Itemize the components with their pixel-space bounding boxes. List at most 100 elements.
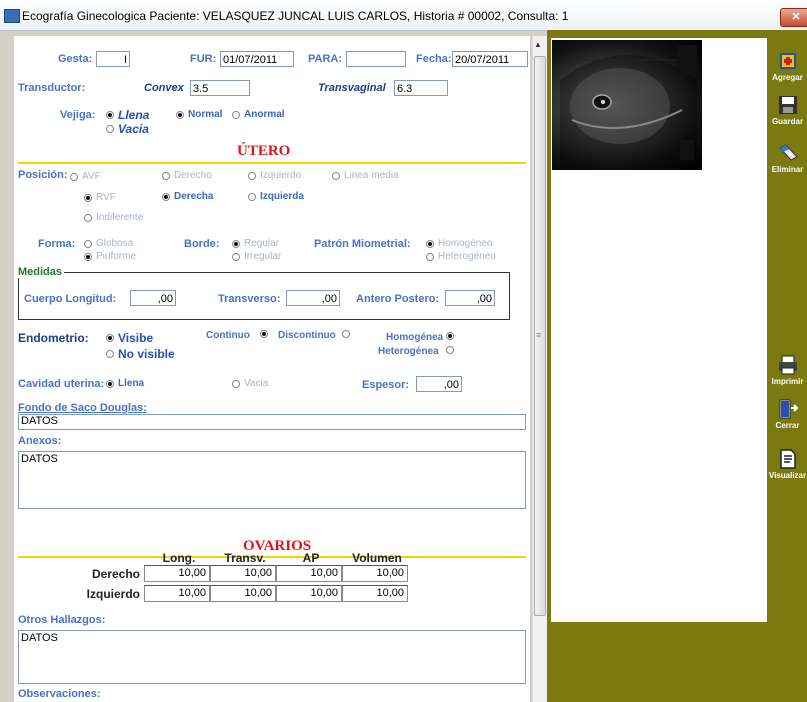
posicion-izquierda-radio[interactable]: Izquierda — [248, 191, 304, 202]
izquierdo-long-cell[interactable]: 10,00 — [144, 585, 210, 602]
agregar-button[interactable]: Agregar — [768, 50, 807, 82]
posicion-indiferente-radio[interactable]: Indiferente — [84, 212, 143, 223]
patron-miometrial-label: Patrón Miometrial: — [314, 238, 411, 250]
derecho-volumen-cell[interactable]: 10,00 — [342, 565, 408, 582]
discontinuo-radio[interactable] — [342, 330, 354, 338]
posicion-avf-radio[interactable]: AVF — [70, 171, 101, 182]
derecho-ap-cell[interactable]: 10,00 — [276, 565, 342, 582]
posicion-linea-media-radio[interactable]: Linea media — [332, 170, 398, 181]
homogenea-label: Homogénea — [386, 332, 444, 343]
antero-postero-label: Antero Postero: — [356, 293, 440, 305]
continuo-label: Continuo — [206, 330, 250, 341]
para-input[interactable] — [346, 51, 406, 67]
derecho-transv-cell[interactable]: 10,00 — [210, 565, 276, 582]
patron-homogeneo-radio[interactable]: Homogéneo — [426, 238, 492, 249]
izquierdo-volumen-cell[interactable]: 10,00 — [342, 585, 408, 602]
fur-label: FUR: — [190, 53, 217, 65]
forma-label: Forma: — [38, 238, 76, 250]
col-long-header: Long. — [162, 551, 196, 565]
toolbar: Agregar Guardar Eliminar Imprimir Cerrar… — [768, 38, 807, 622]
convex-input[interactable]: 3.5 — [190, 80, 250, 96]
otros-hallazgos-field[interactable]: DATOS — [18, 630, 526, 684]
col-ap-header: AP — [302, 551, 320, 565]
utero-divider — [18, 162, 526, 164]
cerrar-button[interactable]: Cerrar — [768, 398, 807, 430]
imprimir-button[interactable]: Imprimir — [768, 354, 807, 386]
otros-hallazgos-label: Otros Hallazgos: — [18, 614, 106, 626]
eliminar-button[interactable]: Eliminar — [768, 142, 807, 174]
imprimir-label: Imprimir — [771, 377, 804, 386]
continuo-radio[interactable] — [260, 330, 272, 338]
vejiga-label: Vejiga: — [60, 109, 96, 121]
izquierdo-ap-cell[interactable]: 10,00 — [276, 585, 342, 602]
exit-door-icon — [779, 399, 798, 419]
patron-heterogeneo-radio[interactable]: Heterogéneo — [426, 251, 496, 262]
transvaginal-input[interactable]: 6.3 — [394, 80, 448, 96]
cuerpo-longitud-input[interactable]: ,00 — [130, 290, 176, 306]
gesta-label: Gesta: — [58, 53, 93, 65]
derecho-long-cell[interactable]: 10,00 — [144, 565, 210, 582]
vejiga-llena-radio[interactable]: Llena — [106, 108, 149, 122]
fondo-saco-label: Fondo de Saco Douglas: — [18, 402, 147, 414]
vejiga-vacia-radio[interactable]: Vacia — [106, 122, 149, 136]
borde-label: Borde: — [184, 238, 220, 250]
guardar-button[interactable]: Guardar — [768, 94, 807, 126]
posicion-rvf-radio[interactable]: RVF — [84, 192, 116, 203]
homogenea-radio[interactable] — [446, 332, 458, 340]
transverso-label: Transverso: — [218, 293, 281, 305]
printer-icon — [778, 355, 797, 375]
izquierdo-transv-cell[interactable]: 10,00 — [210, 585, 276, 602]
transductor-label: Transductor: — [18, 82, 86, 94]
vejiga-anormal-radio[interactable]: Anormal — [232, 109, 285, 120]
col-transv-header: Transv. — [224, 551, 266, 565]
ultrasound-image[interactable] — [552, 40, 702, 170]
scroll-up-arrow[interactable]: ▲ — [534, 40, 542, 49]
visualizar-button[interactable]: Visualizar — [768, 448, 807, 480]
save-icon — [778, 96, 797, 114]
cavidad-llena-radio[interactable]: Llena — [106, 378, 144, 389]
eraser-icon — [778, 144, 798, 161]
forma-piriforme-radio[interactable]: Piriforme — [84, 251, 136, 262]
medidas-label: Medidas — [16, 266, 65, 278]
posicion-izquierdo-radio[interactable]: Izquierdo — [248, 170, 301, 181]
para-label: PARA: — [308, 53, 343, 65]
posicion-label: Posición: — [18, 169, 68, 181]
observaciones-label: Observaciones: — [18, 688, 101, 700]
visualizar-label: Visualizar — [768, 471, 807, 480]
agregar-label: Agregar — [772, 73, 803, 82]
form-panel: Gesta: I FUR: 01/07/2011 PARA: Fecha: 20… — [14, 36, 530, 702]
transverso-input[interactable]: ,00 — [286, 290, 340, 306]
cuerpo-longitud-label: Cuerpo Longitud: — [24, 293, 117, 305]
espesor-input[interactable]: ,00 — [416, 376, 462, 392]
borde-irregular-radio[interactable]: Irregular — [232, 251, 281, 262]
transvaginal-label: Transvaginal — [318, 82, 386, 94]
fur-input[interactable]: 01/07/2011 — [220, 51, 294, 67]
posicion-derecho-radio[interactable]: Derecho — [162, 170, 212, 181]
document-view-icon — [779, 449, 796, 469]
forma-globosa-radio[interactable]: Globosa — [84, 238, 133, 249]
discontinuo-label: Discontinuo — [278, 330, 336, 341]
endometrio-visibe-radio[interactable]: Visibe — [106, 331, 153, 345]
antero-postero-input[interactable]: ,00 — [445, 290, 495, 306]
endometrio-no-visible-radio[interactable]: No visible — [106, 347, 175, 361]
borde-regular-radio[interactable]: Regular — [232, 238, 279, 249]
gesta-input[interactable]: I — [96, 51, 130, 67]
endometrio-label: Endometrio: — [18, 331, 89, 345]
cavidad-vacia-radio[interactable]: Vacia — [232, 378, 268, 389]
cavidad-uterina-label: Cavidad uterina: — [18, 378, 105, 390]
close-button[interactable]: ✕ — [780, 8, 807, 27]
fecha-label: Fecha: — [416, 53, 452, 65]
col-volumen-header: Volumen — [352, 551, 402, 565]
fondo-saco-field[interactable]: DATOS — [18, 414, 526, 430]
app-icon — [4, 9, 20, 23]
utero-title: ÚTERO — [237, 143, 291, 159]
posicion-derecha-radio[interactable]: Derecha — [162, 191, 213, 202]
fecha-input[interactable]: 20/07/2011 — [452, 51, 528, 67]
guardar-label: Guardar — [771, 117, 804, 126]
vejiga-normal-radio[interactable]: Normal — [176, 109, 222, 120]
convex-label: Convex — [144, 82, 184, 94]
anexos-field[interactable]: DATOS — [18, 451, 526, 509]
heterogenea-radio[interactable] — [446, 346, 458, 354]
add-record-icon — [779, 53, 796, 69]
espesor-label: Espesor: — [362, 379, 410, 391]
